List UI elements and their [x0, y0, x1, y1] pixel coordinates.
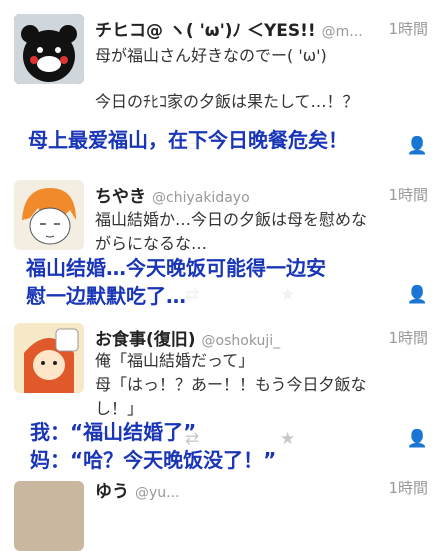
display-name[interactable]: ちやき @chiyakidayo: [95, 182, 250, 207]
handle: @m...: [321, 24, 363, 40]
handle: @yu...: [135, 485, 180, 501]
caption-line: 福山结婚…今天晚饭可能得一边安: [26, 256, 326, 280]
favorite-icon[interactable]: ★: [280, 428, 295, 450]
bear-avatar-icon: [14, 14, 84, 84]
avatar[interactable]: [14, 481, 84, 551]
caption-line: 妈：“哈？今天晚饭没了！”: [30, 448, 277, 472]
display-name[interactable]: チヒコ@ ヽ( 'ω')ﾉ ＜YES!! @m...: [95, 16, 363, 41]
follow-icon[interactable]: 👤: [407, 284, 428, 306]
caption-line: 慰一边默默吃了…: [26, 284, 186, 308]
timestamp[interactable]: 1時間: [388, 327, 428, 348]
avatar[interactable]: [14, 14, 84, 84]
name-text: ちやき: [95, 187, 146, 207]
avatar[interactable]: [14, 180, 84, 250]
display-name[interactable]: ゆう @yu...: [95, 477, 180, 502]
tweet-text: 母が福山さん好きなのでー( 'ω') 今日のﾁﾋｺ家の夕飯は果たして…！？: [95, 44, 424, 114]
tweet-text: 俺「福山結婚だって」 母「はっ！？あー！！もう今日夕飯な し！」: [95, 349, 424, 421]
name-text: お食事(復旧): [95, 330, 196, 350]
timestamp[interactable]: 1時間: [388, 18, 428, 39]
tweet-4[interactable]: ゆう @yu... 1時間: [0, 475, 440, 551]
handle: @oshokuji_: [201, 333, 281, 349]
caption-line: 我：“福山结婚了”: [30, 420, 197, 444]
timestamp[interactable]: 1時間: [388, 184, 428, 205]
follow-icon[interactable]: 👤: [407, 428, 428, 450]
tweet-text: 福山結婚か…今日の夕飯は母を慰めな がらになるな…: [95, 208, 424, 256]
avatar[interactable]: [14, 323, 84, 393]
handle: @chiyakidayo: [152, 190, 250, 206]
tweet-line: 福山結婚か…今日の夕飯は母を慰めな: [95, 210, 368, 229]
display-name[interactable]: お食事(復旧) @oshokuji_: [95, 325, 280, 350]
tweet-line: 俺「福山結婚だって」: [95, 351, 255, 370]
drawn-face-avatar-icon: [14, 180, 84, 250]
name-text: チヒコ@ ヽ( 'ω')ﾉ ＜YES!!: [95, 21, 316, 41]
follow-icon[interactable]: 👤: [407, 135, 428, 157]
caption-overlay-1: 母上最爱福山，在下今日晚餐危矣！: [26, 126, 350, 154]
tweet-line: がらになるな…: [95, 234, 208, 253]
tweet-line: 母が福山さん好きなのでー( 'ω'): [95, 46, 327, 65]
tweet-line: 今日のﾁﾋｺ家の夕飯は果たして…！？: [95, 92, 359, 111]
timestamp[interactable]: 1時間: [388, 477, 428, 498]
caption-overlay-3: 我：“福山结婚了” 妈：“哈？今天晚饭没了！”: [30, 418, 276, 474]
tweet-line: 母「はっ！？あー！！もう今日夕飯な: [95, 375, 367, 394]
name-text: ゆう: [95, 482, 129, 502]
caption-overlay-2: 福山结婚…今天晚饭可能得一边安 慰一边默默吃了…: [26, 254, 326, 310]
cartoon-avatar-icon: [14, 323, 84, 393]
